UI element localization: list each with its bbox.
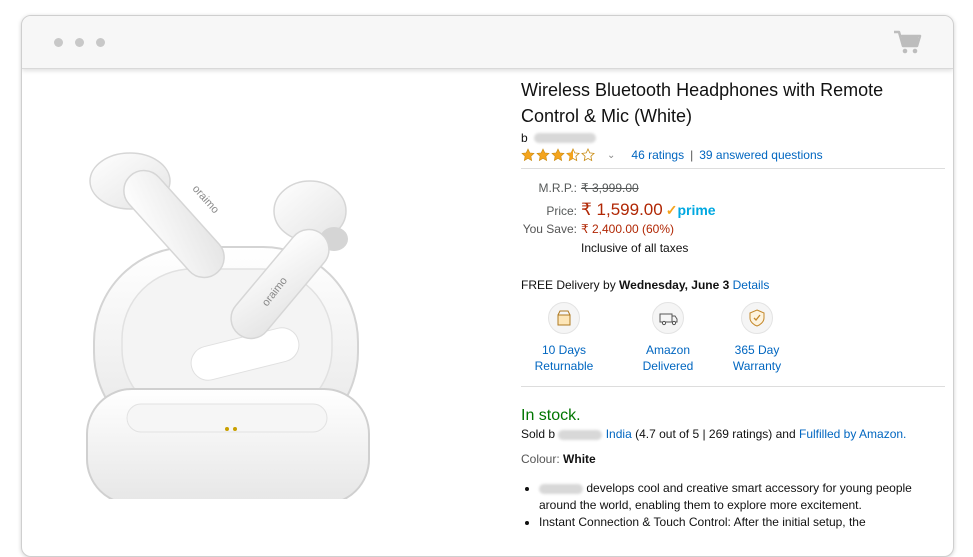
savings-label: You Save: [522, 222, 577, 236]
answered-questions-link[interactable]: 39 answered questions [699, 148, 822, 162]
feature-returnable-line1: 10 Days [541, 343, 587, 357]
seller-link[interactable]: India [606, 427, 632, 441]
window-dot [54, 38, 63, 47]
list-item: develops cool and creative smart accesso… [539, 480, 945, 514]
delivery-details-link[interactable]: Details [733, 278, 770, 292]
feature-warranty-line1: 365 Day [734, 343, 780, 357]
tax-note: Inclusive of all taxes [581, 241, 689, 255]
delivery-line: FREE Delivery by Wednesday, June 3 Detai… [521, 278, 945, 292]
price-row: Price: ₹ 1,599.00 ✓prime [521, 200, 945, 222]
mrp-row: M.R.P.: ₹ 3,999.00 [521, 181, 945, 200]
prime-badge[interactable]: ✓prime [666, 202, 716, 219]
product-page: oraimo oraimo Wireless Bluetooth Headpho… [22, 69, 953, 556]
feature-returnable[interactable]: 10 Days Returnable [521, 302, 607, 374]
product-title: Wireless Bluetooth Headphones with Remot… [521, 80, 884, 126]
star-icons [521, 148, 595, 162]
brand-line: b [521, 131, 945, 145]
seller-rating: (4.7 out of 5 | 269 ratings) and [635, 427, 796, 441]
colour-line: Colour: White [521, 452, 945, 466]
browser-titlebar [22, 16, 953, 69]
rating-separator: | [690, 148, 694, 162]
prime-check-icon: ✓ [665, 202, 678, 218]
price-block: M.R.P.: ₹ 3,999.00 Price: ₹ 1,599.00 ✓pr… [521, 181, 945, 260]
mrp-label: M.R.P.: [538, 181, 577, 195]
feature-delivered-line1: Amazon [645, 343, 691, 357]
product-image[interactable]: oraimo oraimo [82, 99, 382, 499]
feature-returnable-line2: Returnable [534, 359, 594, 373]
return-box-icon [557, 310, 571, 326]
stock-status: In stock. [521, 407, 581, 424]
ratings-link[interactable]: 46 ratings [631, 148, 684, 162]
colour-label: Colour: [521, 452, 560, 466]
product-info: Wireless Bluetooth Headphones with Remot… [521, 77, 945, 531]
list-item: Instant Connection & Touch Control: Afte… [539, 514, 945, 531]
chevron-down-icon[interactable]: ⌄ [607, 150, 615, 161]
star-rating[interactable] [521, 148, 601, 162]
feature-warranty-line2: Warranty [732, 359, 782, 373]
window-dot [96, 38, 105, 47]
savings-value: ₹ 2,400.00 (60%) [581, 222, 675, 236]
oraimo-logo-left: oraimo [190, 183, 221, 216]
feature-delivered[interactable]: Amazon Delivered [607, 302, 729, 374]
delivery-truck-icon [659, 313, 678, 326]
delivery-date: Wednesday, June 3 [619, 278, 730, 292]
fulfilled-by-amazon-link[interactable]: Fulfilled by Amazon. [799, 427, 906, 441]
brand-prefix: b [521, 131, 528, 145]
price-label: Price: [546, 204, 577, 218]
tax-row: Inclusive of all taxes [521, 241, 945, 260]
price-value: ₹ 1,599.00 [581, 200, 663, 219]
sold-by-prefix: Sold b [521, 427, 556, 441]
warranty-shield-icon [749, 309, 765, 327]
feature-delivered-line2: Delivered [642, 359, 694, 373]
delivery-prefix: FREE Delivery by [521, 278, 616, 292]
blurred-seller[interactable] [558, 429, 603, 440]
mrp-value: ₹ 3,999.00 [581, 181, 639, 195]
section-divider [521, 386, 945, 387]
shopping-cart-icon[interactable] [893, 29, 923, 55]
window-dot [75, 38, 84, 47]
savings-row: You Save: ₹ 2,400.00 (60%) [521, 222, 945, 241]
feature-icons: 10 Days Returnable Amazon Delivered 365 … [521, 302, 945, 374]
feature-warranty[interactable]: 365 Day Warranty [729, 302, 785, 374]
blurred-brand-name [539, 483, 583, 494]
colour-value: White [563, 452, 596, 466]
browser-window: oraimo oraimo Wireless Bluetooth Headpho… [21, 15, 954, 557]
seller-line: Sold b India (4.7 out of 5 | 269 ratings… [521, 427, 945, 441]
feature-bullets: develops cool and creative smart accesso… [521, 480, 945, 531]
blurred-brand[interactable] [533, 133, 596, 143]
rating-row: ⌄ 46 ratings | 39 answered questions [521, 148, 945, 169]
